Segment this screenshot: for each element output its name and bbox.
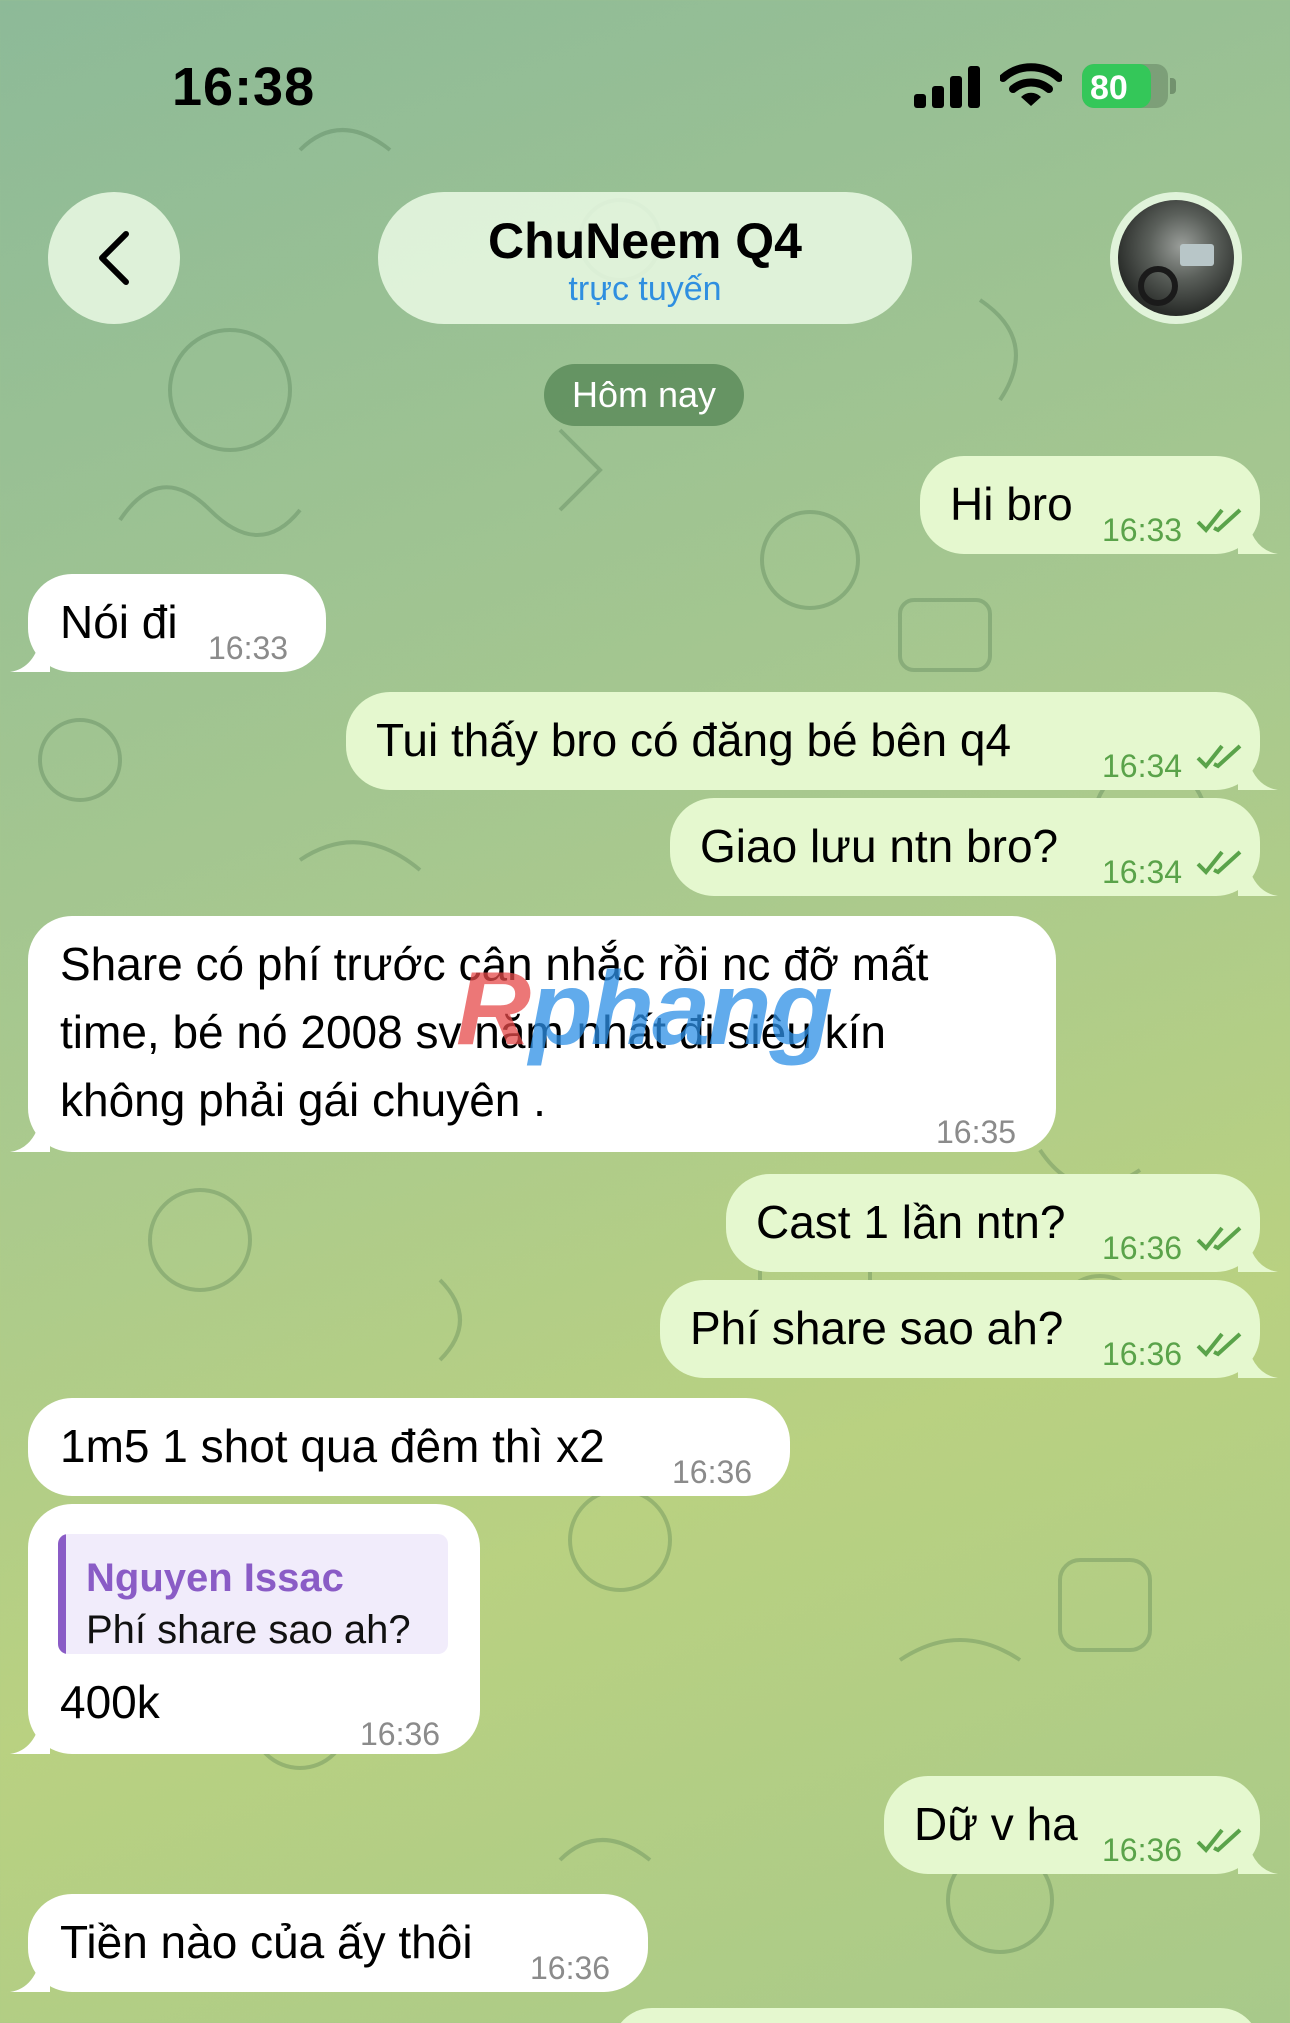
chevron-left-icon	[99, 231, 129, 285]
message-incoming[interactable]: Nói đi 16:33	[10, 574, 326, 672]
status-time: 16:38	[172, 57, 316, 117]
message-time: 16:34	[1102, 748, 1183, 784]
message-time: 16:36	[530, 1950, 611, 1986]
avatar-photo	[1118, 200, 1234, 316]
message-outgoing[interactable]: Hi bro 16:33	[920, 456, 1278, 554]
message-outgoing[interactable]: Tui thấy bro có đăng bé bên q4 16:34	[346, 692, 1278, 790]
double-check-icon	[1196, 850, 1242, 875]
double-check-icon	[1196, 744, 1242, 769]
reply-quoted-text: Phí share sao ah?	[86, 1608, 411, 1652]
message-time: 16:36	[1102, 1230, 1183, 1266]
message-time: 16:33	[208, 630, 289, 666]
chat-title: ChuNeem Q4	[488, 213, 802, 269]
watermark-logo: Rphang	[456, 951, 833, 1067]
back-button[interactable]	[48, 192, 180, 324]
message-text: Dữ v ha	[914, 1798, 1078, 1850]
message-time: 16:35	[936, 1114, 1017, 1150]
message-outgoing[interactable]: Phí share sao ah? 16:36	[660, 1280, 1278, 1378]
reply-quote[interactable]: Nguyen Issac Phí share sao ah?	[58, 1534, 448, 1654]
message-outgoing[interactable]: Giao lưu ntn bro? 16:34	[670, 798, 1278, 896]
message-outgoing[interactable]: Cast 1 lần ntn? 16:36	[726, 1174, 1278, 1272]
double-check-icon	[1196, 1828, 1242, 1853]
message-text: Tiền nào của ấy thôi	[60, 1916, 473, 1968]
online-status: trực tuyến	[568, 270, 722, 308]
message-text: Tui thấy bro có đăng bé bên q4	[376, 714, 1012, 766]
date-badge: Hôm nay	[544, 364, 744, 426]
battery-percent: 80	[1090, 69, 1128, 107]
message-line-3: không phải gái chuyên .	[60, 1074, 546, 1126]
message-time: 16:34	[1102, 854, 1183, 890]
message-text: Giao lưu ntn bro?	[700, 820, 1059, 872]
message-text: Phí share sao ah?	[690, 1302, 1064, 1354]
message-text: 1m5 1 shot qua đêm thì x2	[60, 1420, 605, 1472]
wifi-icon	[1000, 63, 1062, 106]
message-outgoing-partial[interactable]	[612, 2008, 1260, 2023]
double-check-icon	[1196, 1332, 1242, 1357]
message-time: 16:36	[360, 1716, 441, 1752]
chat-title-pill[interactable]: ChuNeem Q4 trực tuyến	[378, 192, 912, 324]
message-incoming-reply[interactable]: Nguyen Issac Phí share sao ah? 400k 16:3…	[10, 1504, 480, 1754]
message-time: 16:36	[1102, 1336, 1183, 1372]
double-check-icon	[1196, 508, 1242, 533]
signal-icon	[914, 66, 980, 108]
message-text: Cast 1 lần ntn?	[756, 1196, 1066, 1248]
double-check-icon	[1196, 1226, 1242, 1251]
message-time: 16:33	[1102, 512, 1183, 548]
status-bar: 16:38 80	[0, 0, 1290, 170]
message-text: Hi bro	[950, 478, 1073, 530]
battery-charging-icon: 80	[1082, 64, 1176, 108]
message-text: Nói đi	[60, 596, 178, 648]
message-incoming[interactable]: Tiền nào của ấy thôi 16:36	[10, 1894, 648, 1992]
message-time: 16:36	[1102, 1832, 1183, 1868]
message-time: 16:36	[672, 1454, 753, 1490]
avatar[interactable]	[1110, 192, 1242, 324]
message-text: 400k	[60, 1676, 160, 1728]
message-incoming[interactable]: 1m5 1 shot qua đêm thì x2 16:36	[28, 1398, 790, 1496]
message-outgoing[interactable]: Dữ v ha 16:36	[884, 1776, 1278, 1874]
